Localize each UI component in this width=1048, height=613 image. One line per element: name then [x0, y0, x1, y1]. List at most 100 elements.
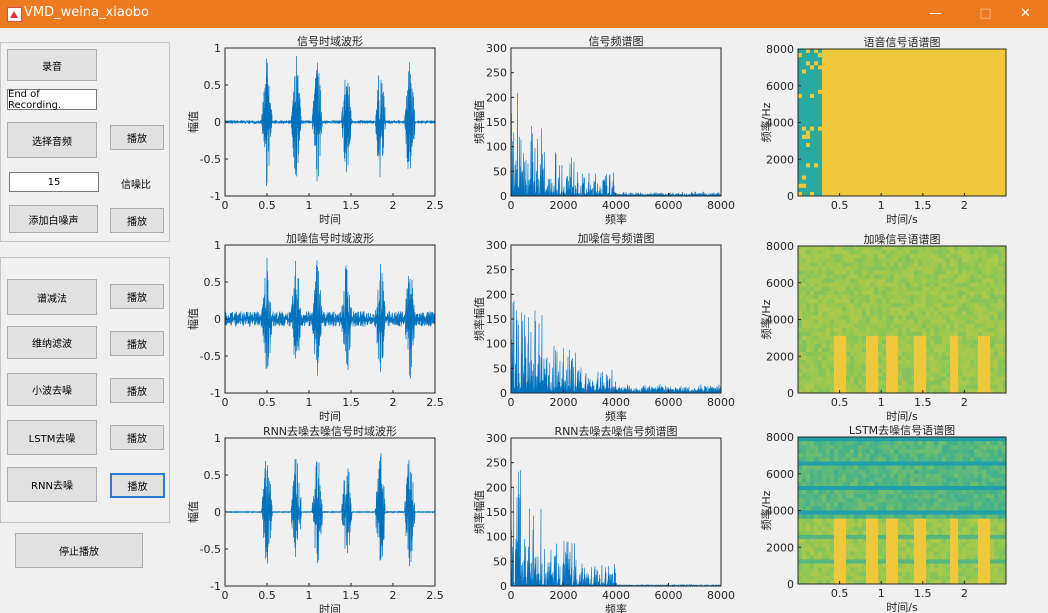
spectrogram-cell	[862, 126, 867, 132]
spectrogram-cell	[886, 543, 891, 548]
spectrogram-cell	[950, 179, 955, 185]
spectrogram-cell	[926, 163, 931, 168]
spectrogram-cell	[826, 315, 831, 320]
spectrogram-cell	[814, 138, 819, 144]
spectrogram-cell	[806, 159, 811, 164]
spectrogram-cell	[850, 106, 855, 111]
spectrogram-cell	[890, 539, 895, 544]
spectrogram-cell	[842, 522, 847, 528]
spectrogram-cell	[846, 49, 851, 54]
spectrogram-cell	[838, 469, 843, 475]
spectrogram-cell	[798, 539, 803, 544]
spectrogram-cell	[806, 575, 811, 581]
spectrogram-cell	[842, 352, 847, 357]
spectrogram-cell	[878, 183, 883, 189]
spectrogram-cell	[926, 290, 931, 296]
spectrogram-cell	[798, 175, 803, 181]
spectrogram-cell	[810, 73, 815, 78]
spectrogram-cell	[906, 102, 911, 107]
spectrogram-cell	[978, 114, 983, 119]
spectrogram-cell	[894, 567, 899, 573]
spectrogram-cell	[930, 323, 935, 329]
spectrogram-cell	[898, 102, 903, 107]
spectrogram-cell	[854, 93, 859, 99]
spectrogram-cell	[814, 106, 819, 111]
spectrogram-cell	[890, 93, 895, 99]
spectrogram-cell	[798, 65, 803, 70]
spectrogram-cell	[894, 138, 899, 144]
spectrogram-cell	[810, 106, 815, 111]
spectrogram-cell	[834, 547, 839, 552]
spectrogram-cell	[994, 254, 999, 259]
spectrogram-cell	[902, 547, 907, 552]
spectrogram-cell	[878, 506, 883, 511]
spectrogram-cell	[802, 77, 807, 83]
spectrogram-cell	[822, 514, 827, 520]
spectrogram-cell	[874, 290, 879, 296]
spectrogram-cell	[926, 138, 931, 144]
spectrogram-cell	[866, 481, 871, 487]
spectrogram-cell	[962, 274, 967, 280]
spectrogram-cell	[826, 118, 831, 123]
spectrogram-cell	[898, 543, 903, 548]
spectrogram-cell	[930, 250, 935, 255]
spectrogram-cell	[850, 61, 855, 66]
spectrogram-cell	[922, 151, 927, 156]
spectrogram-cell	[810, 262, 815, 267]
spectrogram-cell	[882, 502, 887, 507]
spectrogram-cell	[886, 134, 891, 140]
spectrogram-cell	[970, 286, 975, 292]
spectrogram-cell	[906, 118, 911, 123]
spectrogram-cell	[974, 102, 979, 107]
spectrogram-cell	[850, 179, 855, 185]
spectrogram-cell	[970, 254, 975, 259]
spectrogram-cell	[838, 441, 843, 446]
spectrogram-cell	[834, 274, 839, 280]
spectrogram-cell	[890, 376, 895, 382]
spectrogram-cell	[894, 151, 899, 156]
spectrogram-cell	[938, 155, 943, 160]
spectrogram-cell	[994, 49, 999, 54]
spectrogram-cell	[826, 453, 831, 458]
spectrogram-cell	[990, 278, 995, 284]
spectrogram-cell	[930, 319, 935, 324]
spectrogram-cell	[910, 159, 915, 164]
spectrogram-cell	[938, 122, 943, 127]
spectrogram-cell	[862, 563, 867, 569]
spectrogram-cell	[846, 368, 851, 373]
spectrogram-cell	[894, 307, 899, 312]
spectrogram-cell	[866, 246, 871, 251]
spectrogram-cell	[854, 481, 859, 487]
spectrogram-cell	[950, 73, 955, 78]
spectrogram-cell	[902, 535, 907, 540]
spectrogram-cell	[950, 98, 955, 103]
y-tick-label: 250	[486, 457, 507, 470]
spectrogram-cell	[842, 539, 847, 544]
spectrogram-cell	[850, 282, 855, 288]
spectrogram-cell	[818, 53, 823, 58]
spectrogram-cell	[982, 122, 987, 127]
spectrogram-cell	[850, 171, 855, 176]
spectrogram-cell	[846, 278, 851, 284]
spectrogram-cell	[886, 114, 891, 119]
spectrogram-cell	[818, 543, 823, 548]
spectrogram-cell	[870, 266, 875, 271]
spectrogram-cell	[870, 477, 875, 483]
spectrogram-cell	[862, 481, 867, 487]
spectrogram-cell	[798, 98, 803, 103]
spectrogram-cell	[922, 138, 927, 144]
spectrogram-cell	[818, 187, 823, 193]
spectrogram-cell	[934, 335, 939, 341]
spectrogram-cell	[950, 175, 955, 181]
spectrogram-cell	[910, 348, 915, 353]
spectrogram-cell	[826, 543, 831, 548]
spectrogram-cell	[934, 290, 939, 296]
spectrogram-cell	[894, 323, 899, 329]
spectrogram-cell	[834, 571, 839, 577]
spectrogram-cell	[994, 270, 999, 275]
spectrogram-cell	[866, 453, 871, 458]
spectrogram-cell	[974, 142, 979, 148]
spectrogram-cell	[878, 514, 883, 520]
spectrogram-cell	[830, 344, 835, 349]
spectrogram-cell	[962, 147, 967, 152]
